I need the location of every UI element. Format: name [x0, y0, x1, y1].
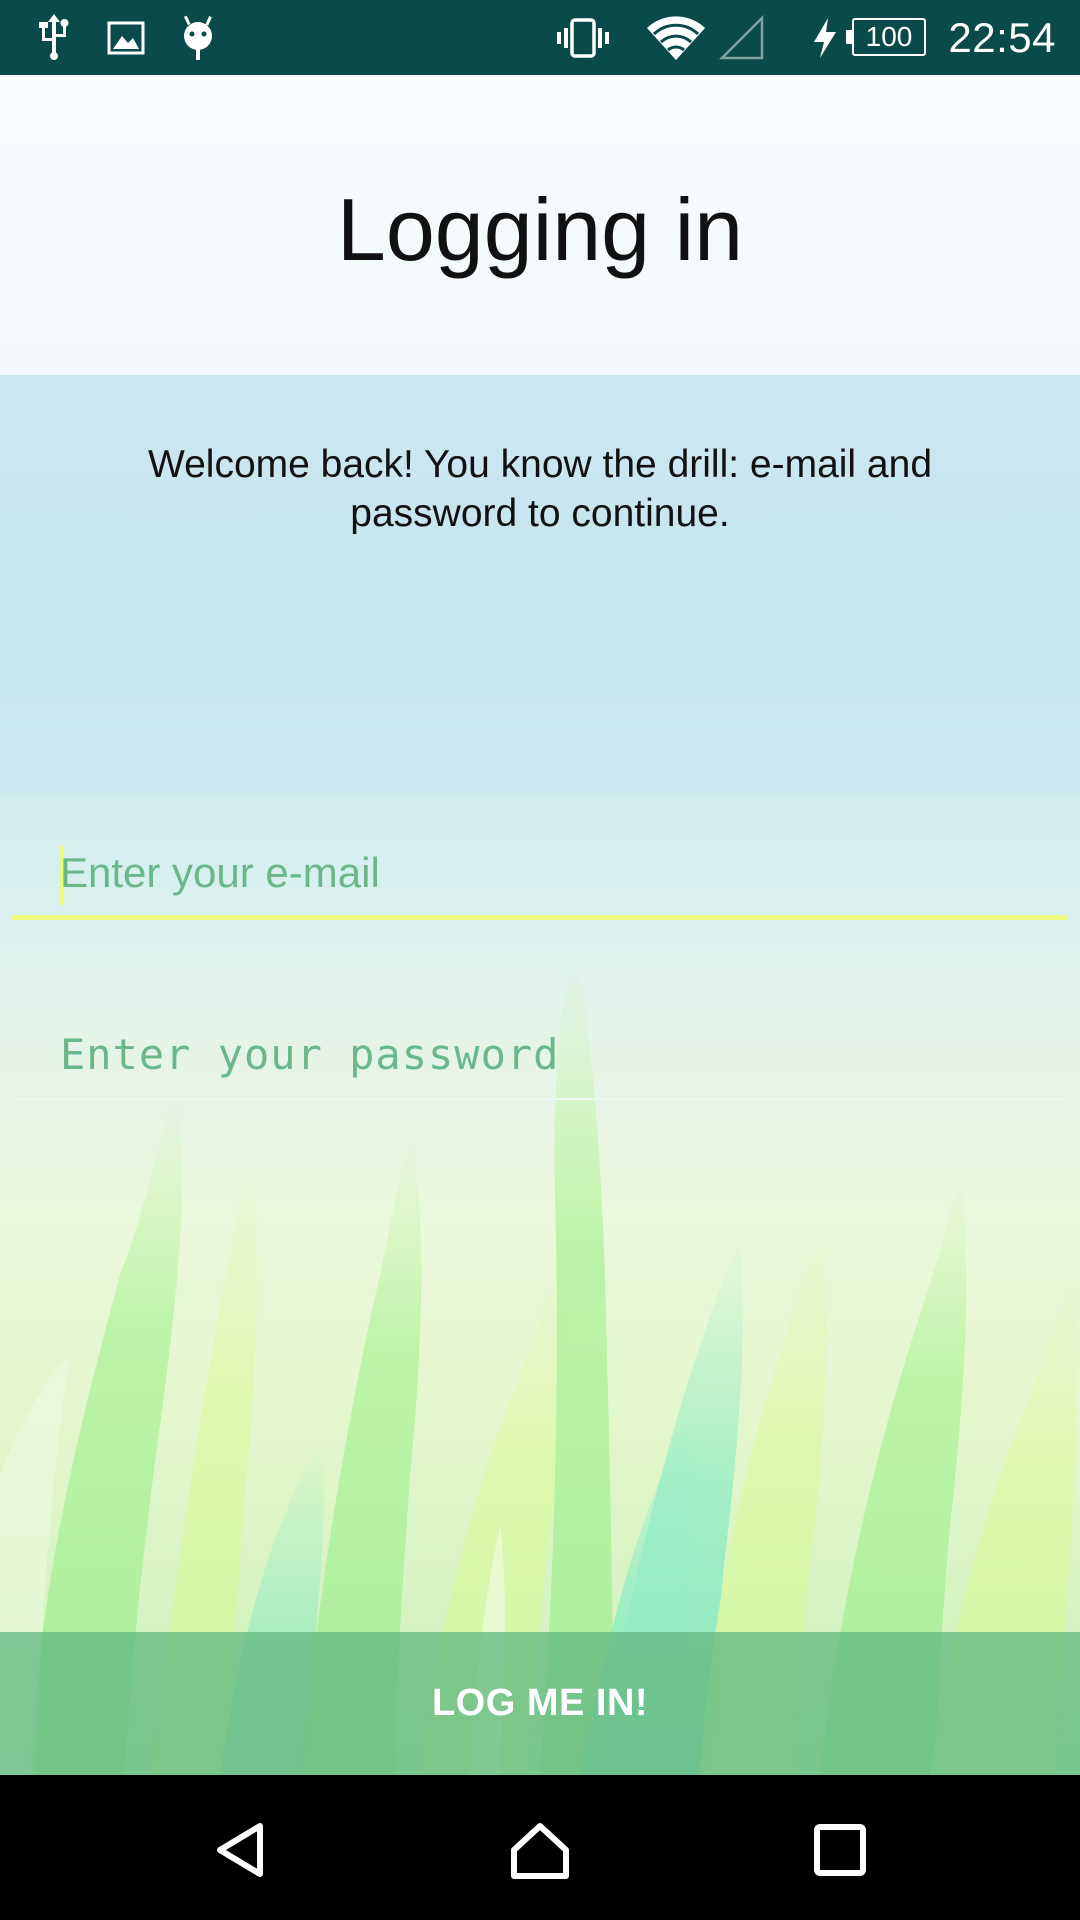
navigation-bar — [0, 1775, 1080, 1920]
home-icon — [511, 1823, 569, 1879]
charging-icon — [810, 14, 840, 62]
login-button[interactable]: LOG ME IN! — [0, 1632, 1080, 1775]
password-input[interactable] — [12, 1010, 1068, 1098]
header: Logging in — [0, 75, 1080, 375]
email-field-container — [12, 830, 1068, 920]
clock: 22:54 — [948, 14, 1056, 61]
battery-icon: 100 — [846, 18, 926, 56]
usb-icon — [34, 14, 74, 62]
android-debug-icon — [178, 14, 218, 62]
welcome-text: Welcome back! You know the drill: e-mail… — [147, 443, 933, 535]
image-icon — [106, 14, 146, 62]
home-button[interactable] — [505, 1815, 575, 1885]
login-form-area: Welcome back! You know the drill: e-mail… — [0, 375, 1080, 1775]
status-bar: 100 22:54 — [0, 0, 1080, 75]
recents-button[interactable] — [805, 1815, 875, 1885]
text-cursor — [59, 845, 63, 905]
wifi-icon — [645, 14, 707, 62]
cell-signal-icon — [718, 14, 766, 62]
recents-icon — [814, 1824, 866, 1876]
battery-level: 100 — [865, 21, 913, 52]
password-field-container — [12, 1010, 1068, 1100]
email-input[interactable] — [12, 830, 1068, 915]
vibrate-icon — [555, 14, 611, 62]
back-button[interactable] — [205, 1815, 275, 1885]
back-icon — [217, 1823, 263, 1877]
page-title: Logging in — [336, 180, 744, 279]
